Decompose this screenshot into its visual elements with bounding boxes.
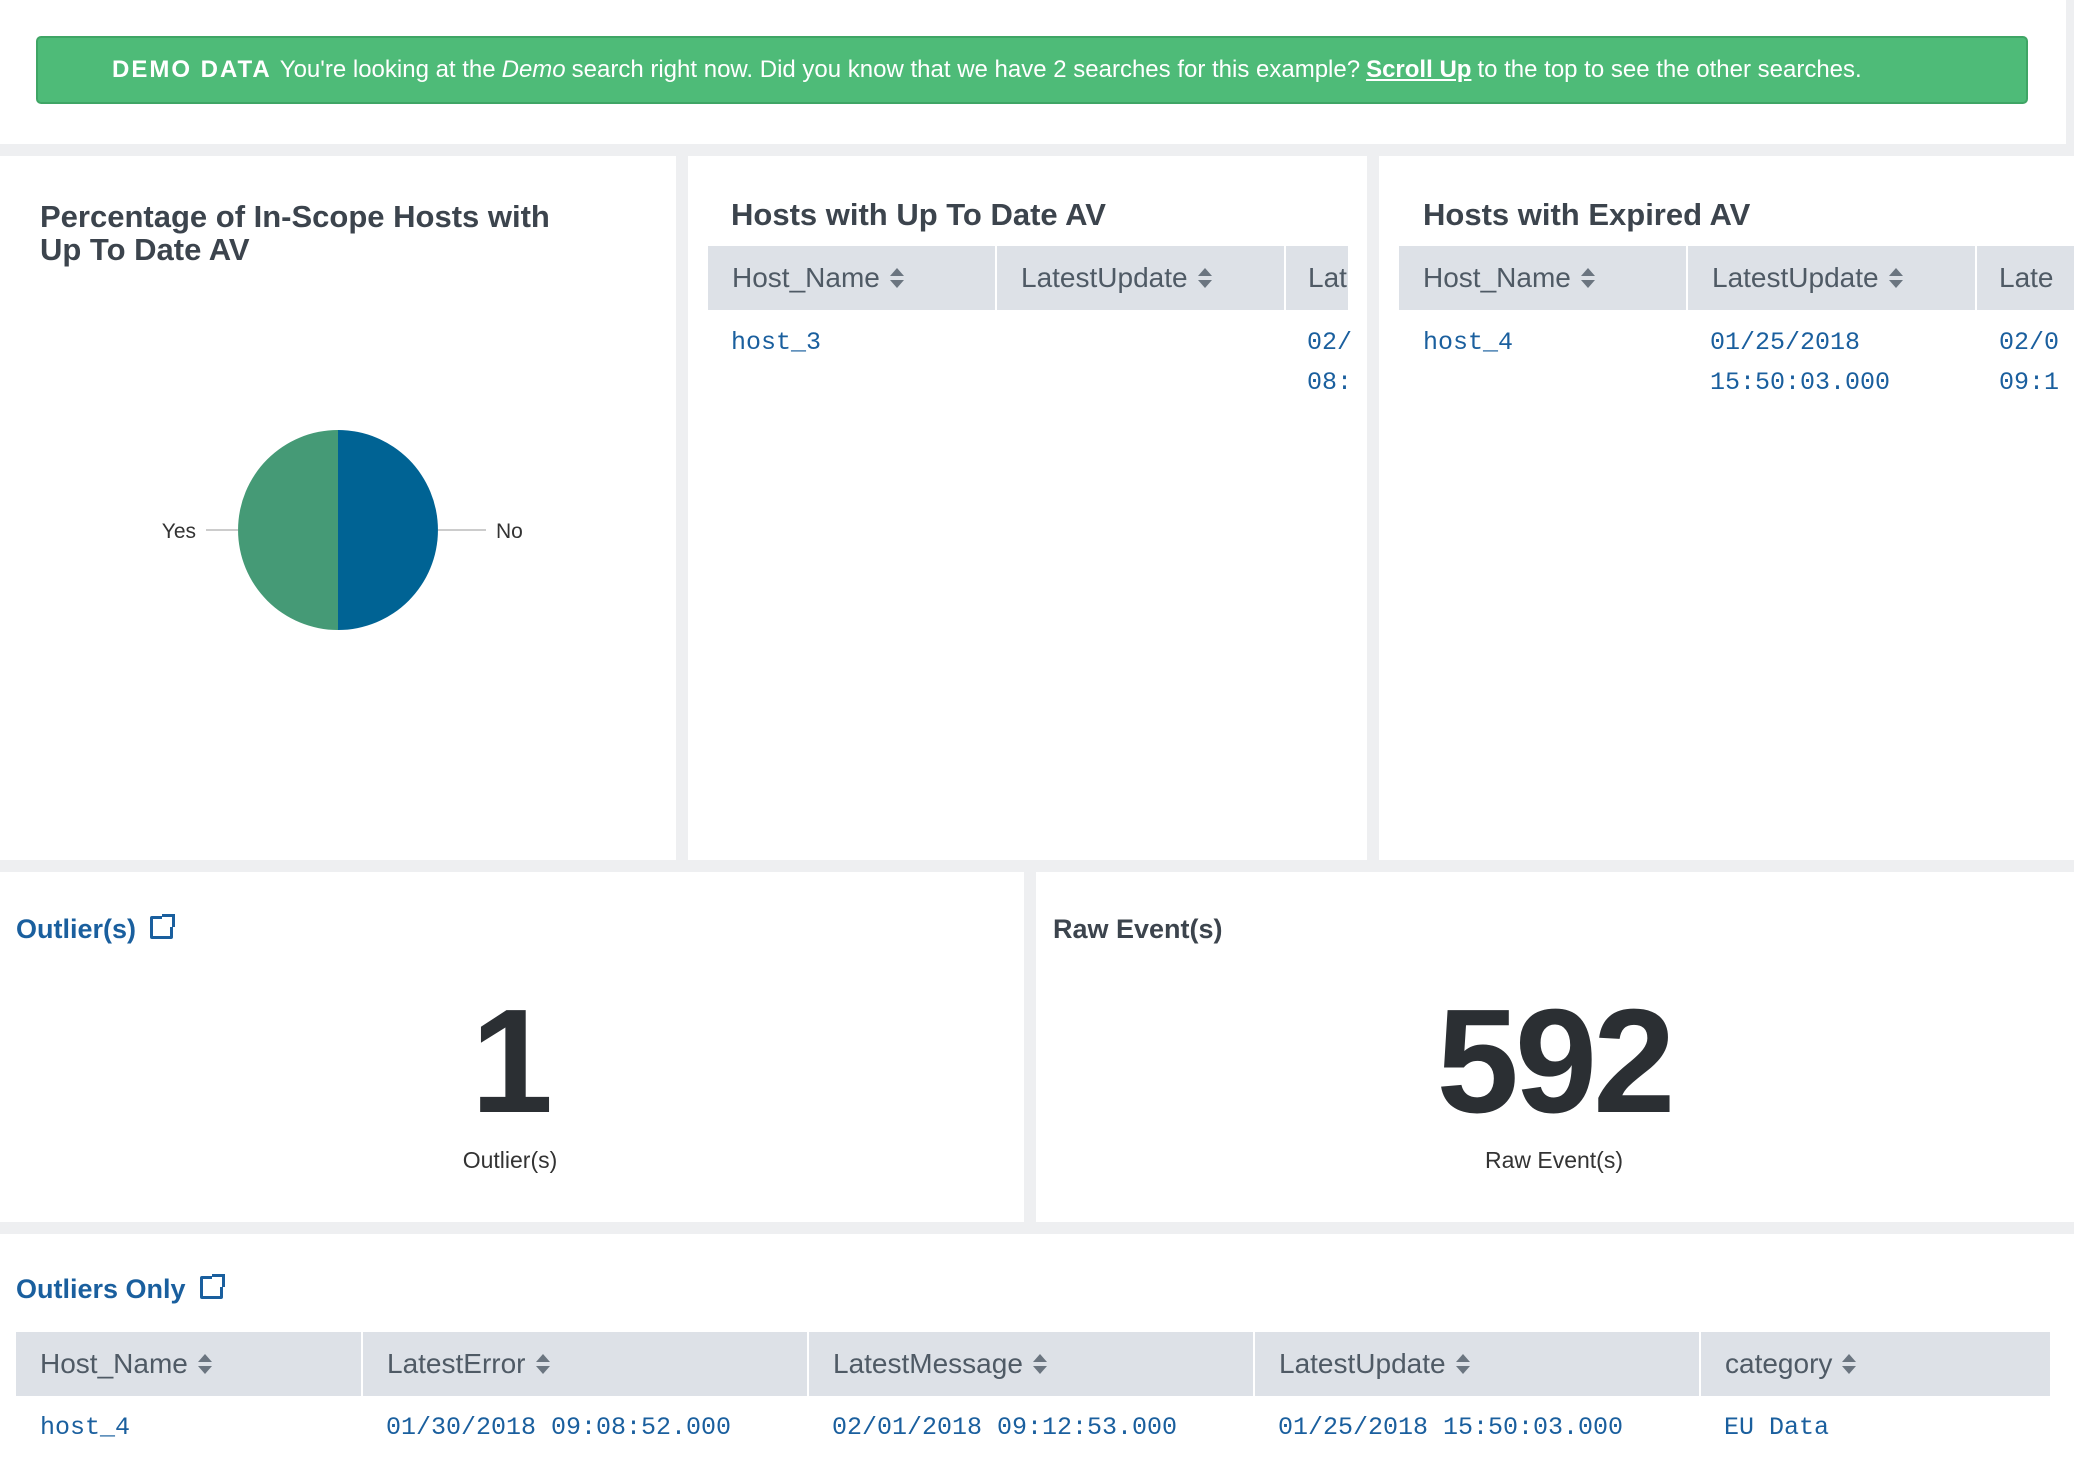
banner-text-after: to the top to see the other searches. xyxy=(1477,56,1862,83)
column-label: Late xyxy=(1999,262,2054,293)
table-cell-truncated-line2[interactable]: 08: xyxy=(1307,363,1352,403)
external-link-icon[interactable] xyxy=(199,1274,225,1299)
outliers-table-panel: Outliers Only Host_Name LatestError Late… xyxy=(0,1234,2074,1478)
column-header-latest-error[interactable]: LatestError xyxy=(363,1332,809,1396)
column-label: LatestUpdate xyxy=(1021,262,1188,293)
expired-table-header: Host_Name LatestUpdate Late xyxy=(1399,246,2074,310)
uptodate-panel-title: Hosts with Up To Date AV xyxy=(731,197,1106,232)
outliers-table-header: Host_Name LatestError LatestMessage Late… xyxy=(16,1332,2050,1396)
column-header-category[interactable]: category xyxy=(1701,1332,2050,1396)
raw-events-single-value-panel: Raw Event(s) 592 Raw Event(s) xyxy=(1036,872,2074,1222)
column-header-truncated[interactable]: Late xyxy=(1286,246,1348,310)
sort-icon xyxy=(1842,1353,1857,1375)
demo-data-banner: DEMO DATA You're looking at the Demo sea… xyxy=(36,36,2028,104)
table-cell-update-line2[interactable]: 15:50:03.000 xyxy=(1710,363,1890,403)
column-label: category xyxy=(1725,1348,1833,1379)
pie-slice-yes[interactable] xyxy=(238,430,338,630)
table-cell-latest-update[interactable]: 01/25/2018 15:50:03.000 xyxy=(1278,1408,1623,1448)
uptodate-av-panel: Hosts with Up To Date AV Host_Name Lates… xyxy=(688,156,1367,860)
raw-events-count-label: Raw Event(s) xyxy=(1484,1147,1624,1173)
table-cell-truncated-line2[interactable]: 09:1 xyxy=(1999,363,2059,403)
column-label: LatestUpdate xyxy=(1712,262,1879,293)
sort-icon xyxy=(1888,267,1903,289)
table-cell-host[interactable]: host_3 xyxy=(731,323,821,363)
sort-icon xyxy=(1455,1353,1470,1375)
outliers-single-value-panel: Outlier(s) 1 Outlier(s) xyxy=(0,872,1024,1222)
external-link-icon[interactable] xyxy=(150,914,176,939)
banner-emphasis: Demo xyxy=(501,56,566,83)
table-cell-truncated-line1[interactable]: 02/0 xyxy=(1999,323,2059,363)
sort-icon xyxy=(889,267,904,289)
pie-label-no: No xyxy=(496,520,523,543)
table-cell-category[interactable]: EU Data xyxy=(1724,1408,1829,1448)
sort-icon xyxy=(1197,267,1212,289)
table-cell-truncated-line1[interactable]: 02/ xyxy=(1307,323,1352,363)
sort-icon xyxy=(1580,267,1595,289)
column-header-host-name[interactable]: Host_Name xyxy=(708,246,997,310)
sort-icon xyxy=(1032,1353,1047,1375)
outliers-count[interactable]: 1 xyxy=(0,988,1020,1136)
table-cell-latest-message[interactable]: 02/01/2018 09:12:53.000 xyxy=(832,1408,1177,1448)
scroll-up-link[interactable]: Scroll Up xyxy=(1366,56,1471,84)
column-header-latest-update[interactable]: LatestUpdate xyxy=(1688,246,1977,310)
column-header-truncated[interactable]: Late xyxy=(1977,246,2074,310)
expired-av-panel: Hosts with Expired AV Host_Name LatestUp… xyxy=(1379,156,2074,860)
column-header-latest-update[interactable]: LatestUpdate xyxy=(997,246,1286,310)
column-label: LatestUpdate xyxy=(1279,1348,1446,1379)
raw-events-title: Raw Event(s) xyxy=(1053,914,1223,944)
column-label: Late xyxy=(1308,262,1348,293)
banner-text-middle: search right now. Did you know that we h… xyxy=(571,56,1361,83)
banner-tag: DEMO DATA xyxy=(112,56,272,83)
raw-events-count[interactable]: 592 xyxy=(1036,988,2072,1136)
column-header-latest-message[interactable]: LatestMessage xyxy=(809,1332,1255,1396)
outliers-only-title-link[interactable]: Outliers Only xyxy=(16,1274,225,1305)
column-label: LatestError xyxy=(387,1348,526,1379)
table-cell-latest-error[interactable]: 01/30/2018 09:08:52.000 xyxy=(386,1408,731,1448)
outliers-only-title-text: Outliers Only xyxy=(16,1274,186,1304)
demo-banner-panel: DEMO DATA You're looking at the Demo sea… xyxy=(0,0,2066,144)
column-header-host-name[interactable]: Host_Name xyxy=(16,1332,363,1396)
column-label: Host_Name xyxy=(732,262,880,293)
table-cell-host[interactable]: host_4 xyxy=(40,1408,130,1448)
banner-text-before: You're looking at the xyxy=(279,56,496,83)
outliers-title-text: Outlier(s) xyxy=(16,914,137,944)
column-header-latest-update[interactable]: LatestUpdate xyxy=(1255,1332,1701,1396)
uptodate-table-header: Host_Name LatestUpdate Late xyxy=(708,246,1348,310)
table-cell-update-line1[interactable]: 01/25/2018 xyxy=(1710,323,1860,363)
table-cell-host[interactable]: host_4 xyxy=(1423,323,1513,363)
pie-chart: No Yes xyxy=(162,430,523,630)
expired-panel-title: Hosts with Expired AV xyxy=(1423,197,1751,232)
sort-icon xyxy=(197,1353,212,1375)
column-header-host-name[interactable]: Host_Name xyxy=(1399,246,1688,310)
outliers-title-link[interactable]: Outlier(s) xyxy=(16,914,176,945)
outliers-count-label: Outlier(s) xyxy=(462,1147,558,1173)
pie-chart-panel: Percentage of In-Scope Hosts with Up To … xyxy=(0,156,676,860)
column-label: Host_Name xyxy=(1423,262,1571,293)
sort-icon xyxy=(535,1353,550,1375)
column-label: LatestMessage xyxy=(833,1348,1023,1379)
column-label: Host_Name xyxy=(40,1348,188,1379)
pie-slice-no[interactable] xyxy=(338,430,438,630)
pie-label-yes: Yes xyxy=(162,520,196,543)
